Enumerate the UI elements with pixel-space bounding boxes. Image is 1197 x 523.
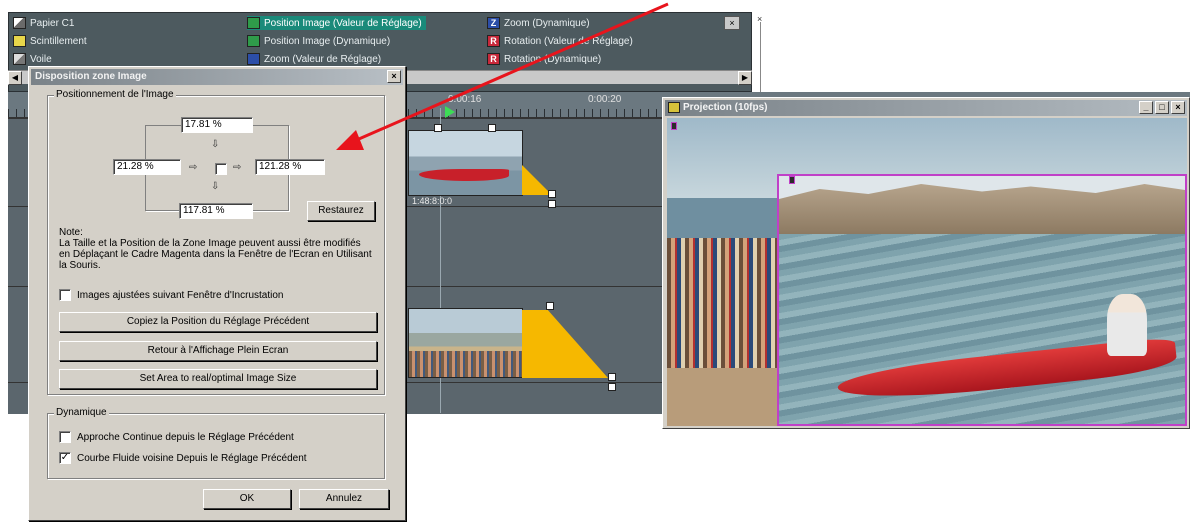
scintillement-icon — [13, 35, 26, 47]
effects-close-button[interactable]: × — [724, 16, 740, 30]
continuous-label: Approche Continue depuis le Réglage Préc… — [77, 431, 294, 443]
projection-title: Projection (10fps) — [683, 102, 768, 113]
effect-label: Voile — [30, 53, 52, 65]
rotation-icon: R — [487, 35, 500, 47]
effect-item-scintillement[interactable]: Scintillement — [13, 34, 87, 48]
ok-button[interactable]: OK — [203, 489, 291, 509]
effect-label: Rotation (Valeur de Réglage) — [504, 35, 633, 47]
arrow-right-icon: ⇨ — [189, 162, 198, 173]
panel-divider — [760, 22, 761, 92]
effect-label: Zoom (Dynamique) — [504, 17, 590, 29]
keyframe-marker[interactable] — [608, 383, 616, 391]
keyframe-marker[interactable] — [608, 373, 616, 381]
voile-icon — [13, 53, 26, 65]
left-position-field[interactable]: 21.28 % — [113, 159, 181, 175]
effect-item-voile[interactable]: Voile — [13, 52, 52, 66]
effect-label: Papier C1 — [30, 17, 75, 29]
effect-label: Zoom (Valeur de Réglage) — [264, 53, 382, 65]
effect-item-rotation-dynamique[interactable]: R Rotation (Dynamique) — [487, 52, 601, 66]
projection-preview[interactable] — [667, 118, 1187, 426]
continuous-option[interactable]: Approche Continue depuis le Réglage Préc… — [59, 431, 294, 443]
right-position-field[interactable]: 121.28 % — [255, 159, 325, 175]
optimal-size-button[interactable]: Set Area to real/optimal Image Size — [59, 369, 377, 389]
scroll-right-arrow-icon[interactable]: ▶ — [738, 71, 752, 85]
keying-label: Images ajustées suivant Fenêtre d'Incrus… — [77, 289, 284, 301]
copy-previous-position-button[interactable]: Copiez la Position du Réglage Précédent — [59, 312, 377, 332]
keyframe-marker[interactable] — [546, 302, 554, 310]
arrow-down-icon: ⇩ — [211, 139, 220, 150]
close-button[interactable]: × — [1171, 101, 1185, 114]
dialog-title: Disposition zone Image — [35, 71, 147, 82]
keyframe-marker[interactable] — [488, 124, 496, 132]
effect-label: Position Image (Dynamique) — [264, 35, 391, 47]
cancel-button[interactable]: Annulez — [299, 489, 389, 509]
smooth-label: Courbe Fluide voisine Depuis le Réglage … — [77, 452, 307, 464]
keyframe-marker[interactable] — [548, 200, 556, 208]
frame-handle[interactable] — [789, 176, 795, 184]
clip-thumbnail — [419, 169, 509, 181]
smooth-checkbox[interactable]: ✓ — [59, 452, 71, 464]
dialog-titlebar[interactable]: Disposition zone Image × — [31, 69, 403, 85]
ruler-marker: 0:00:20 — [588, 94, 622, 105]
keying-checkbox[interactable] — [59, 289, 71, 301]
keying-option[interactable]: Images ajustées suivant Fenêtre d'Incrus… — [59, 289, 283, 301]
effect-item-position-reglage[interactable]: Position Image (Valeur de Réglage) — [247, 16, 426, 30]
effect-item-position-dynamique[interactable]: Position Image (Dynamique) — [247, 34, 390, 48]
effect-item-papier[interactable]: Papier C1 — [13, 16, 74, 30]
position-icon — [247, 17, 260, 29]
maximize-button[interactable]: □ — [1155, 101, 1169, 114]
minimize-button[interactable]: _ — [1139, 101, 1153, 114]
play-marker-icon[interactable] — [445, 106, 455, 118]
preview-image — [1107, 294, 1147, 356]
scroll-left-arrow-icon[interactable]: ◀ — [8, 71, 22, 85]
timeline-clip[interactable] — [408, 308, 523, 378]
rotation-icon: R — [487, 53, 500, 65]
continuous-checkbox[interactable] — [59, 431, 71, 443]
keyframe-marker[interactable] — [434, 124, 442, 132]
effect-item-zoom-reglage[interactable]: Zoom (Valeur de Réglage) — [247, 52, 381, 66]
bottom-position-field[interactable]: 117.81 % — [179, 203, 253, 219]
timeline-clip[interactable] — [408, 130, 523, 196]
effect-item-rotation-reglage[interactable]: R Rotation (Valeur de Réglage) — [487, 34, 633, 48]
preview-image — [779, 184, 1185, 234]
dynamic-group: Dynamique — [47, 407, 385, 479]
paper-icon — [13, 17, 26, 29]
fullscreen-button[interactable]: Retour à l'Affichage Plein Ecran — [59, 341, 377, 361]
image-zone-dialog: Disposition zone Image × Positionnement … — [28, 66, 406, 521]
ruler-marker: 0:00:16 — [448, 94, 482, 105]
positioning-group-label: Positionnement de l'Image — [54, 89, 176, 100]
arrow-down-icon: ⇩ — [211, 181, 220, 192]
dialog-close-button[interactable]: × — [387, 70, 401, 83]
note-text: La Taille et la Position de la Zone Imag… — [59, 238, 372, 271]
note-title: Note: — [59, 227, 83, 238]
keyframe-marker[interactable] — [548, 190, 556, 198]
dynamic-group-label: Dynamique — [54, 407, 109, 418]
note-block: Note: La Taille et la Position de la Zon… — [59, 227, 373, 271]
projection-window: Projection (10fps) _ □ × — [662, 97, 1190, 429]
position-icon — [247, 35, 260, 47]
projection-app-icon — [668, 102, 680, 113]
effect-label: Rotation (Dynamique) — [504, 53, 602, 65]
clip-thumbnail — [409, 351, 522, 377]
corner-marker — [671, 122, 677, 130]
clip-timecode: 1:48:8:0:0 — [412, 196, 453, 206]
smooth-option[interactable]: ✓ Courbe Fluide voisine Depuis le Réglag… — [59, 452, 307, 464]
zoom-icon — [247, 53, 260, 65]
top-position-field[interactable]: 17.81 % — [181, 117, 253, 133]
arrow-right-icon: ⇨ — [233, 162, 242, 173]
effect-item-zoom-dynamique[interactable]: Z Zoom (Dynamique) — [487, 16, 590, 30]
restore-button[interactable]: Restaurez — [307, 201, 375, 221]
projection-titlebar[interactable]: Projection (10fps) _ □ × — [665, 100, 1187, 116]
zoom-icon: Z — [487, 17, 500, 29]
effect-label: Scintillement — [30, 35, 87, 47]
image-zone-frame[interactable] — [777, 174, 1187, 426]
effect-label: Position Image (Valeur de Réglage) — [264, 17, 422, 29]
preview-background — [667, 368, 777, 426]
center-lock-checkbox[interactable] — [215, 163, 227, 175]
